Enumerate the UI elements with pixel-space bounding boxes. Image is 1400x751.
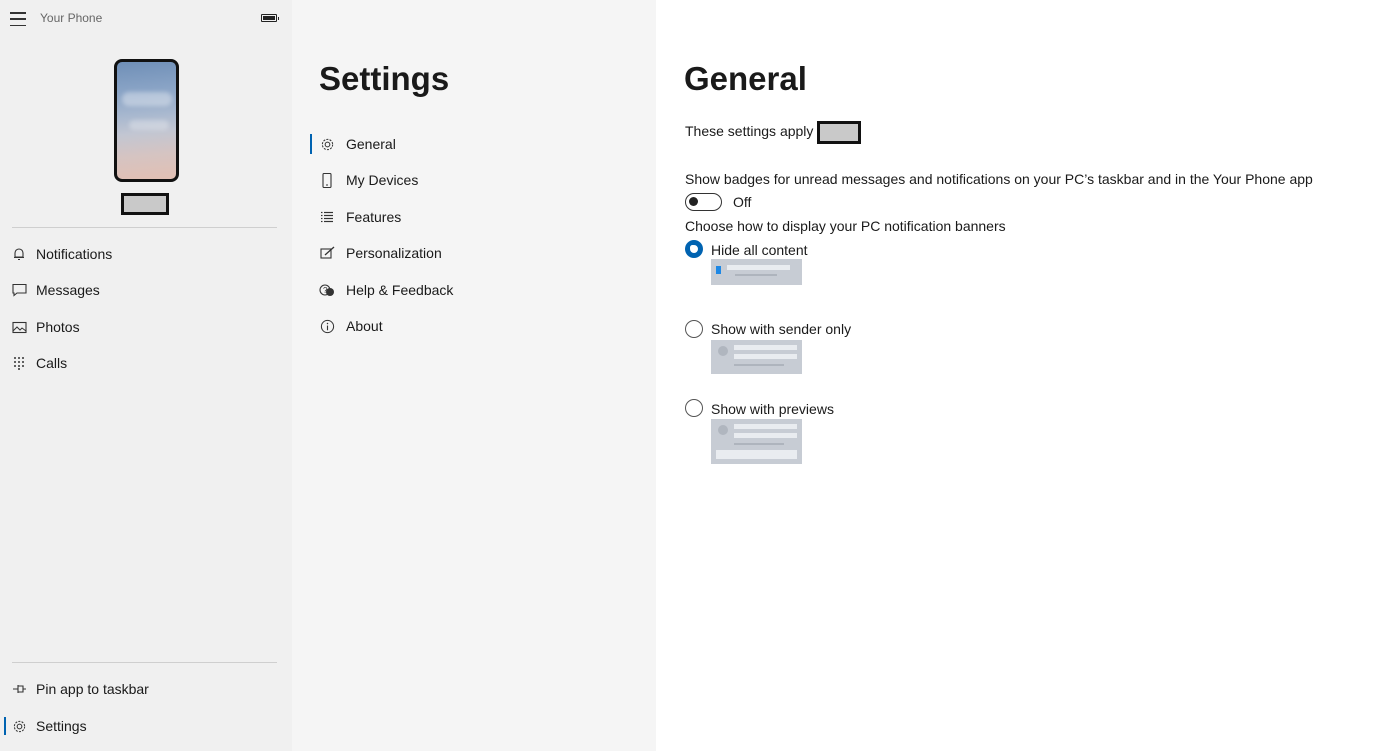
nav-item-personalization[interactable]: Personalization (310, 238, 610, 268)
battery-icon (261, 14, 279, 22)
nav-item-label: Help & Feedback (346, 282, 454, 298)
nav-item-label: About (346, 318, 383, 334)
pin-app-to-taskbar-button[interactable]: Pin app to taskbar (0, 672, 292, 706)
preview-line (727, 265, 790, 270)
toggle-knob (689, 197, 698, 206)
badges-toggle[interactable] (685, 193, 722, 211)
sidebar-item-messages[interactable]: Messages (0, 273, 292, 307)
badges-setting-label: Show badges for unread messages and noti… (685, 171, 1313, 187)
radio-show-with-sender-only[interactable] (685, 320, 703, 338)
nav-item-label: Features (346, 209, 402, 225)
device-name-redacted (817, 121, 861, 144)
radio-label-show-with-sender-only: Show with sender only (711, 321, 852, 337)
svg-text:?: ? (323, 286, 328, 295)
banner-preview-full (711, 419, 802, 464)
dialpad-icon (11, 355, 27, 371)
radio-label-hide-all-content: Hide all content (711, 242, 808, 258)
nav-item-label: General (346, 136, 396, 152)
sidebar-divider-top (12, 227, 277, 228)
app-icon-preview (716, 266, 721, 274)
pin-icon (11, 681, 27, 697)
nav-item-label: My Devices (346, 172, 419, 188)
radio-hide-all-content[interactable] (685, 240, 703, 258)
chat-icon (11, 282, 27, 298)
sidebar-item-notifications[interactable]: Notifications (0, 237, 292, 271)
sidebar-item-label: Messages (36, 282, 100, 298)
bell-icon (11, 246, 27, 262)
radio-label-show-with-previews: Show with previews (711, 401, 834, 417)
hamburger-menu-icon[interactable] (10, 11, 26, 27)
phone-wallpaper-image[interactable] (114, 59, 179, 182)
help-icon: ? (319, 282, 335, 298)
nav-item-my-devices[interactable]: My Devices (310, 165, 610, 195)
sidebar-item-label: Notifications (36, 246, 113, 262)
preview-reply-box (716, 450, 797, 459)
radio-show-with-previews[interactable] (685, 399, 703, 417)
sidebar-item-label: Photos (36, 319, 80, 335)
phone-icon (319, 172, 335, 188)
sidebar-item-settings[interactable]: Settings (0, 709, 292, 743)
nav-item-general[interactable]: General (310, 129, 610, 159)
preview-line (734, 424, 797, 429)
sidebar-item-label: Pin app to taskbar (36, 681, 149, 697)
sidebar-item-photos[interactable]: Photos (0, 310, 292, 344)
banner-preview-hidden (711, 259, 802, 285)
page-title: General (684, 60, 807, 97)
settings-nav-pane (292, 0, 656, 751)
preview-line (734, 364, 784, 366)
pen-icon (319, 245, 335, 261)
nav-item-label: Personalization (346, 245, 442, 261)
sidebar-item-calls[interactable]: Calls (0, 346, 292, 380)
banner-preview-sender (711, 340, 802, 374)
general-settings-panel (656, 0, 1400, 751)
phone-name-redacted (121, 193, 169, 215)
photos-icon (11, 319, 27, 335)
notification-banner-label: Choose how to display your PC notificati… (685, 218, 1006, 234)
preview-line (735, 274, 777, 276)
list-icon (319, 209, 335, 225)
preview-line (734, 443, 784, 445)
sidebar-item-label: Calls (36, 355, 68, 371)
app-sidebar: Your Phone Notifications Messages Photos… (0, 0, 292, 751)
info-icon (319, 318, 335, 334)
gear-icon (11, 718, 27, 734)
avatar-preview (718, 425, 728, 435)
settings-title: Settings (319, 60, 450, 97)
nav-item-help-feedback[interactable]: ? Help & Feedback (310, 275, 610, 305)
nav-item-about[interactable]: About (310, 311, 610, 341)
nav-item-features[interactable]: Features (310, 202, 610, 232)
settings-apply-label: These settings apply to (685, 123, 829, 139)
gear-icon (319, 136, 335, 152)
sidebar-divider-bottom (12, 662, 277, 663)
preview-line (734, 433, 797, 438)
preview-line (734, 354, 797, 359)
avatar-preview (718, 346, 728, 356)
badges-toggle-state: Off (733, 194, 752, 210)
app-title: Your Phone (40, 11, 103, 25)
sidebar-item-label: Settings (36, 718, 87, 734)
preview-line (734, 345, 797, 350)
